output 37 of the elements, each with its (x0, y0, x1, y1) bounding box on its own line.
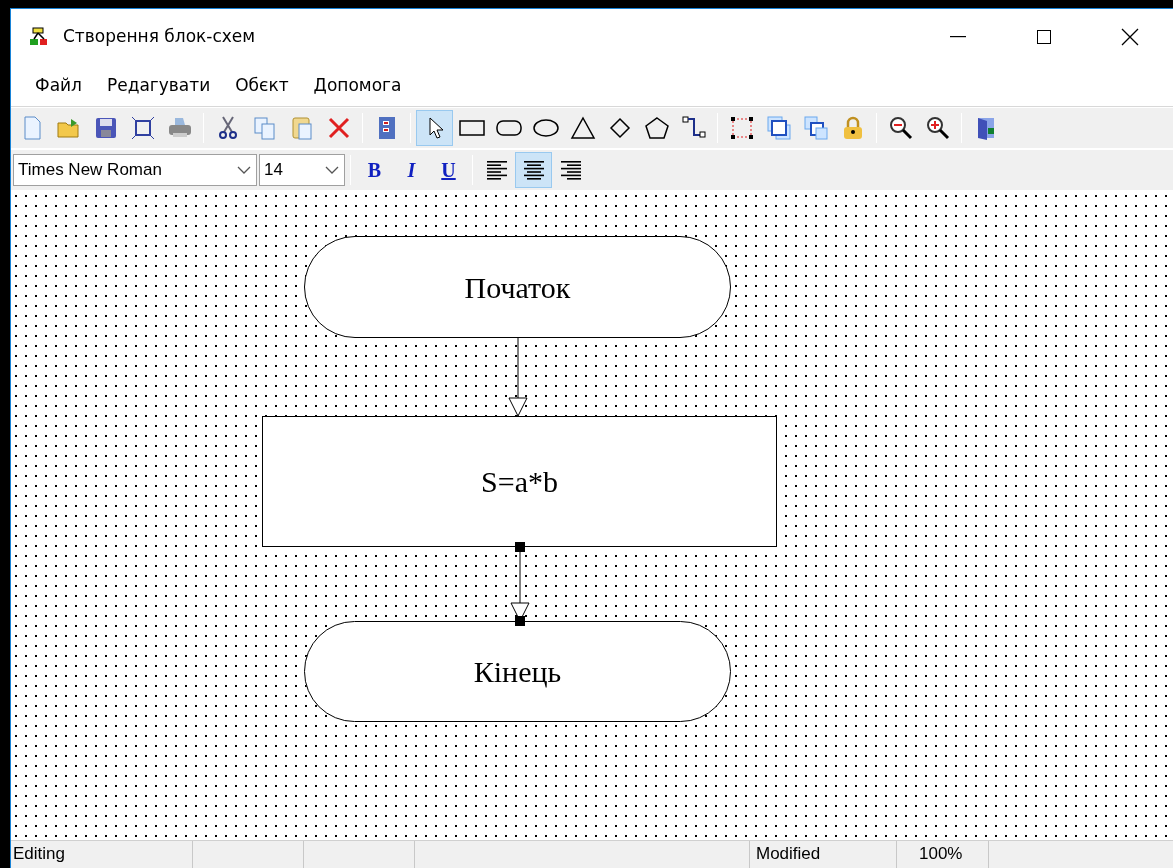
terminal-block: Початок (304, 236, 731, 338)
menu-item[interactable]: Редагувати (94, 72, 223, 99)
selection-icon (728, 115, 755, 141)
font-dropdown[interactable]: Times New Roman (13, 154, 257, 186)
align-button[interactable] (515, 152, 552, 188)
align-center-icon (521, 159, 546, 181)
zoom-in-icon (924, 115, 951, 141)
chevron-down-icon (324, 165, 340, 175)
maximize-icon (1036, 29, 1052, 45)
save-frame-icon (129, 115, 156, 141)
font-size-dropdown[interactable]: 14 (259, 154, 345, 186)
underline-button[interactable]: U (430, 152, 467, 188)
process-block: S=a*b (262, 416, 777, 547)
bring-to-front-icon (765, 115, 792, 141)
status-mode: Editing (11, 841, 193, 868)
terminal-block: Кінець (304, 621, 731, 722)
zoom-out-icon (887, 115, 914, 141)
pentagon-icon (643, 115, 670, 141)
copy-icon (251, 115, 278, 141)
menu-item[interactable]: Допомога (301, 72, 414, 99)
menu-item[interactable]: Обєкт (223, 72, 301, 99)
status-zoom: 100% (897, 841, 989, 868)
connector-icon (680, 115, 707, 141)
close-icon (1121, 28, 1139, 46)
minimize-icon (950, 36, 966, 38)
status-state: Modified (750, 841, 897, 868)
menu-item[interactable]: Файл (23, 72, 94, 99)
align-left-icon (484, 159, 509, 181)
bold-button[interactable]: B (356, 152, 393, 188)
window-title: Створення блок-схем (63, 25, 256, 49)
app-icon (29, 27, 49, 47)
align-right-icon (558, 159, 583, 181)
italic-button[interactable]: I (393, 152, 430, 188)
toolbar-button[interactable] (416, 110, 453, 146)
send-to-back-icon (802, 115, 829, 141)
chevron-down-icon (236, 165, 252, 175)
triangle-icon (569, 115, 596, 141)
